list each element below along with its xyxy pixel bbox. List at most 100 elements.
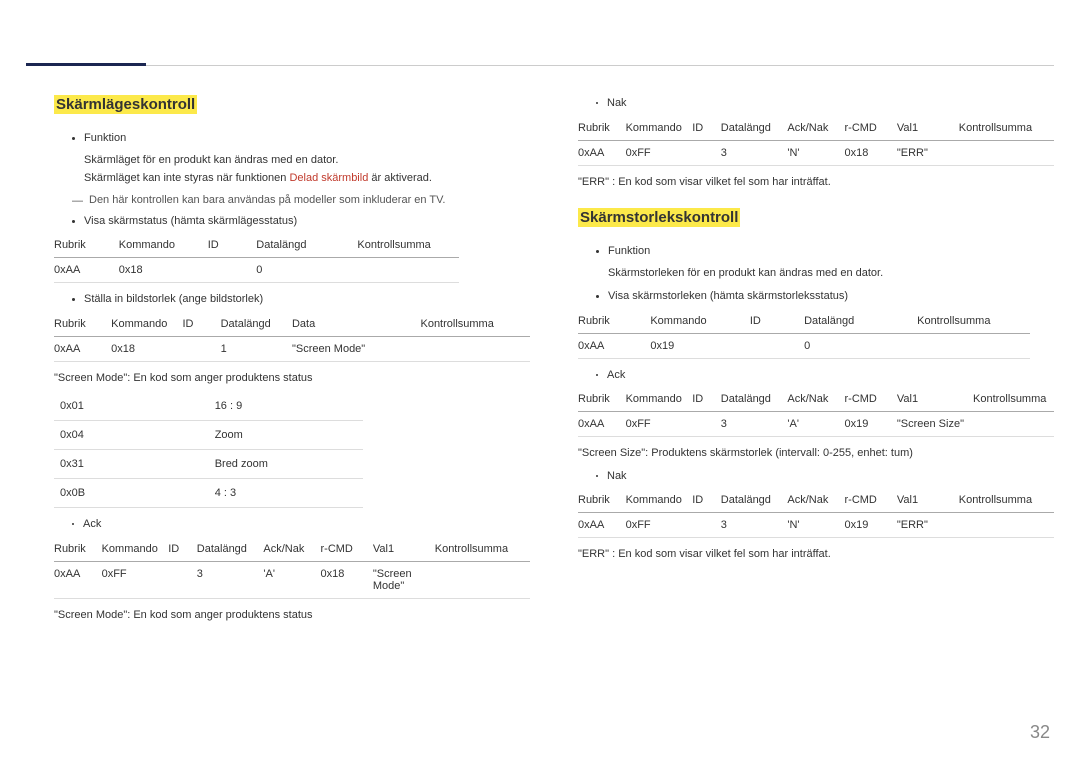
td: 0x18 [321, 561, 373, 598]
td: 0x18 [119, 258, 208, 283]
th: Datalängd [721, 488, 788, 513]
th: Rubrik [578, 387, 626, 412]
bullet-icon [72, 220, 75, 223]
th: Kontrollsumma [357, 233, 458, 258]
td: "Screen Mode" [373, 561, 435, 598]
th: Datalängd [804, 309, 917, 334]
warn-pre: Skärmläget kan inte styras när funktione… [84, 172, 289, 184]
td: 0 [804, 333, 917, 358]
td: "ERR" [897, 513, 959, 538]
th: Rubrik [54, 312, 111, 337]
s2-err-desc: "ERR" : En kod som visar vilket fel som … [578, 546, 1054, 563]
td [168, 561, 197, 598]
th: Data [292, 312, 421, 337]
table1: Rubrik Kommando ID Datalängd Kontrollsum… [54, 233, 459, 283]
td [959, 513, 1054, 538]
func-text: Skärmläget för en produkt kan ändras med… [84, 151, 530, 170]
td: 0xAA [578, 412, 626, 437]
td [183, 336, 221, 361]
td: 1 [221, 336, 292, 361]
section2-title: Skärmstorlekskontroll [578, 208, 740, 227]
header-accent [26, 63, 146, 66]
th: Kommando [626, 116, 693, 141]
th: Datalängd [721, 387, 788, 412]
th: Val1 [897, 116, 959, 141]
th: r-CMD [845, 116, 897, 141]
warn-text: Skärmläget kan inte styras när funktione… [84, 169, 530, 188]
func2-text: Skärmstorleken för en produkt kan ändras… [608, 264, 1054, 283]
note-text: Den här kontrollen kan bara användas på … [89, 194, 446, 206]
th: Rubrik [54, 233, 119, 258]
th: Kommando [102, 537, 169, 562]
th: Rubrik [578, 488, 626, 513]
th: r-CMD [845, 488, 897, 513]
content-columns: Skärmlägeskontroll Funktion Skärmläget f… [0, 0, 1080, 629]
err-desc: "ERR" : En kod som visar vilket fel som … [578, 174, 1054, 191]
th: ID [183, 312, 221, 337]
th: Kommando [650, 309, 749, 334]
th: Val1 [373, 537, 435, 562]
th: Datalängd [256, 233, 357, 258]
td: 3 [197, 561, 264, 598]
td: 0xAA [54, 561, 102, 598]
td: "Screen Mode" [292, 336, 421, 361]
td: 0xAA [578, 333, 650, 358]
th: Kontrollsumma [973, 387, 1054, 412]
th: Kontrollsumma [917, 309, 1030, 334]
td: 0x31 [54, 450, 209, 479]
s2-table3: Rubrik Kommando ID Datalängd Ack/Nak r-C… [578, 488, 1054, 538]
s2-ack: Ack [596, 367, 1054, 384]
th: Kommando [626, 488, 693, 513]
td: "ERR" [897, 140, 959, 165]
s2-nak: Nak [596, 468, 1054, 485]
td: 3 [721, 140, 788, 165]
th: r-CMD [321, 537, 373, 562]
nak-label: Nak [607, 95, 627, 112]
ack-label: Ack [83, 516, 101, 533]
th: ID [168, 537, 197, 562]
dash-icon: ― [72, 195, 83, 207]
bullet-icon [596, 102, 598, 104]
td: 0xAA [578, 513, 626, 538]
td: 0x18 [845, 140, 897, 165]
func2-bullet: Funktion [596, 243, 1054, 260]
td: 0xAA [578, 140, 626, 165]
td [208, 258, 257, 283]
td: Bred zoom [209, 450, 364, 479]
th: Kontrollsumma [420, 312, 530, 337]
s2-table1: Rubrik Kommando ID Datalängd Kontrollsum… [578, 309, 1030, 359]
td: 'N' [787, 513, 844, 538]
th: Kontrollsumma [435, 537, 530, 562]
bullet-icon [72, 298, 75, 301]
right-column: Nak Rubrik Kommando ID Datalängd Ack/Nak… [578, 95, 1054, 629]
td [435, 561, 530, 598]
td [917, 333, 1030, 358]
bullet-icon [596, 374, 598, 376]
th: Val1 [897, 387, 973, 412]
td: 3 [721, 513, 788, 538]
desc2: "Screen Mode": En kod som anger produkte… [54, 607, 530, 624]
left-column: Skärmlägeskontroll Funktion Skärmläget f… [54, 95, 530, 629]
modes-table: 0x0116 : 9 0x04Zoom 0x31Bred zoom 0x0B4 … [54, 392, 363, 508]
warn-post: är aktiverad. [368, 172, 432, 184]
td [692, 140, 721, 165]
func-label: Funktion [84, 130, 126, 147]
td: 16 : 9 [209, 392, 364, 421]
td: 0x19 [845, 513, 897, 538]
th: Datalängd [721, 116, 788, 141]
td [750, 333, 804, 358]
th: Ack/Nak [787, 387, 844, 412]
s2-ack-label: Ack [607, 367, 625, 384]
s2b1: Visa skärmstorleken (hämta skärmstorleks… [596, 288, 1054, 305]
th: ID [208, 233, 257, 258]
b2: Ställa in bildstorlek (ange bildstorlek) [72, 291, 530, 308]
th: ID [692, 387, 721, 412]
td: 'A' [787, 412, 844, 437]
th: Rubrik [578, 116, 626, 141]
td: 0 [256, 258, 357, 283]
th: Kontrollsumma [959, 116, 1054, 141]
td [357, 258, 458, 283]
table2: Rubrik Kommando ID Datalängd Data Kontro… [54, 312, 530, 362]
th: r-CMD [845, 387, 897, 412]
table3: Rubrik Kommando ID Datalängd Ack/Nak r-C… [54, 537, 530, 599]
